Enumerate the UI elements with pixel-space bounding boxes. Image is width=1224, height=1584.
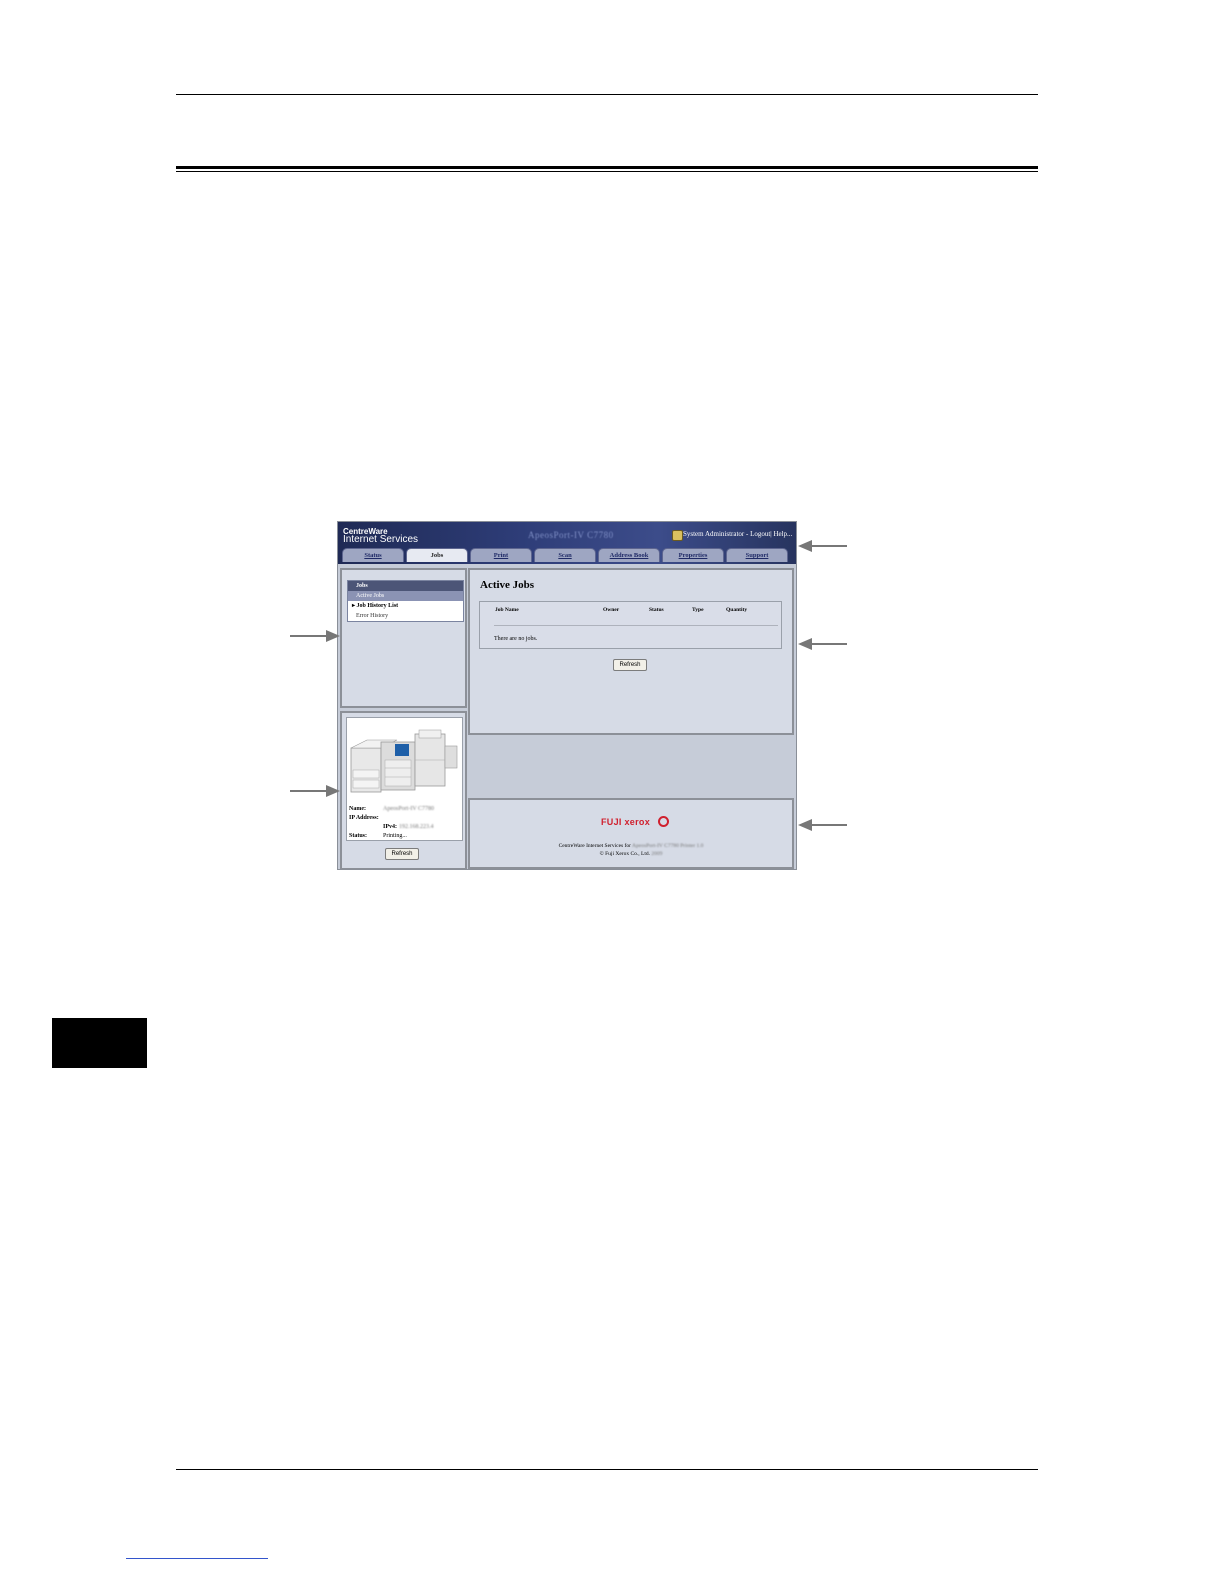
menu-header: Jobs — [348, 581, 463, 591]
callout-arrow-device — [290, 790, 328, 792]
footer-line1-prefix: CentreWare Internet Services for — [558, 843, 633, 849]
tab-scan[interactable]: Scan — [534, 548, 596, 562]
admin-icon — [672, 530, 683, 541]
callout-arrow-header — [810, 545, 847, 547]
tab-jobs[interactable]: Jobs — [406, 548, 468, 562]
empty-message: There are no jobs. — [494, 636, 538, 642]
device-name-label: Name: — [349, 806, 366, 812]
callout-arrow-content — [810, 643, 847, 645]
brand-line2: Internet Services — [343, 534, 419, 545]
heading-rule — [176, 166, 1038, 172]
tab-bar: Status Jobs Print Scan Address Book Prop… — [342, 548, 794, 563]
status-value: Printing... — [383, 833, 407, 839]
tab-status[interactable]: Status — [342, 548, 404, 562]
callout-arrow-menu-head — [326, 630, 340, 642]
cwis-screenshot: CentreWare Internet Services ApeosPort-I… — [337, 521, 797, 870]
footer-line2: © Fuji Xerox Co., Ltd. 2009 — [470, 851, 792, 857]
col-status: Status — [649, 607, 664, 613]
device-info-box: Name: ApeosPort-IV C7780 IP Address: IPv… — [346, 717, 463, 841]
callout-arrow-menu — [290, 635, 328, 637]
callout-arrow-footer — [810, 824, 847, 826]
device-name-value: ApeosPort-IV C7780 — [383, 806, 435, 812]
footer-line1: CentreWare Internet Services for ApeosPo… — [470, 843, 792, 849]
xerox-sphere-icon — [658, 816, 669, 827]
device-refresh-button[interactable]: Refresh — [385, 848, 419, 860]
menu-item-job-history[interactable]: ▸ Job History List — [348, 601, 463, 611]
printer-image — [350, 729, 458, 793]
callout-arrow-device-head — [326, 785, 340, 797]
refresh-button[interactable]: Refresh — [613, 659, 647, 671]
admin-links[interactable]: System Administrator - Logout| Help... — [683, 530, 792, 538]
ipv4-value: 192.168.223.4 — [399, 824, 434, 830]
chapter-tab — [52, 1018, 147, 1068]
ip-address-label: IP Address: — [349, 815, 379, 821]
footer-line2-prefix: © Fuji Xerox Co., Ltd. — [599, 851, 652, 857]
tab-properties[interactable]: Properties — [662, 548, 724, 562]
top-rule — [176, 94, 1038, 95]
footer-panel: FUJI xerox CentreWare Internet Services … — [468, 798, 794, 869]
menu-item-active-jobs[interactable]: Active Jobs — [348, 591, 463, 601]
footer-line1-model: ApeosPort-IV C7780 Printer 1.0 — [632, 843, 704, 849]
tab-print[interactable]: Print — [470, 548, 532, 562]
fuji-xerox-logo: FUJI xerox — [601, 817, 651, 827]
tab-address-book[interactable]: Address Book — [598, 548, 660, 562]
menu-item-job-history-label: Job History List — [356, 603, 399, 609]
jobs-table: Job Name Owner Status Type Quantity Ther… — [479, 601, 782, 649]
status-label: Status: — [349, 833, 368, 839]
footer-line2-year: 2009 — [651, 851, 663, 857]
col-quantity: Quantity — [726, 607, 748, 613]
menu-item-error-history[interactable]: Error History — [348, 611, 463, 621]
col-owner: Owner — [603, 607, 620, 613]
jobs-menu: Jobs Active Jobs ▸ Job History List Erro… — [347, 580, 464, 622]
footer-link-line — [126, 1558, 268, 1559]
content-panel: Active Jobs Job Name Owner Status Type Q… — [468, 568, 794, 735]
col-type: Type — [692, 607, 704, 613]
header-bar: CentreWare Internet Services ApeosPort-I… — [338, 522, 796, 564]
ipv4-label: IPv4: — [383, 824, 397, 830]
model-name: ApeosPort-IV C7780 — [528, 530, 614, 540]
device-panel: Name: ApeosPort-IV C7780 IP Address: IPv… — [340, 711, 467, 869]
menu-panel: Jobs Active Jobs ▸ Job History List Erro… — [340, 568, 467, 708]
col-job-name: Job Name — [495, 607, 519, 613]
page-title: Active Jobs — [480, 579, 535, 591]
tab-support[interactable]: Support — [726, 548, 788, 562]
bottom-rule — [176, 1469, 1038, 1470]
table-rule — [494, 625, 778, 626]
